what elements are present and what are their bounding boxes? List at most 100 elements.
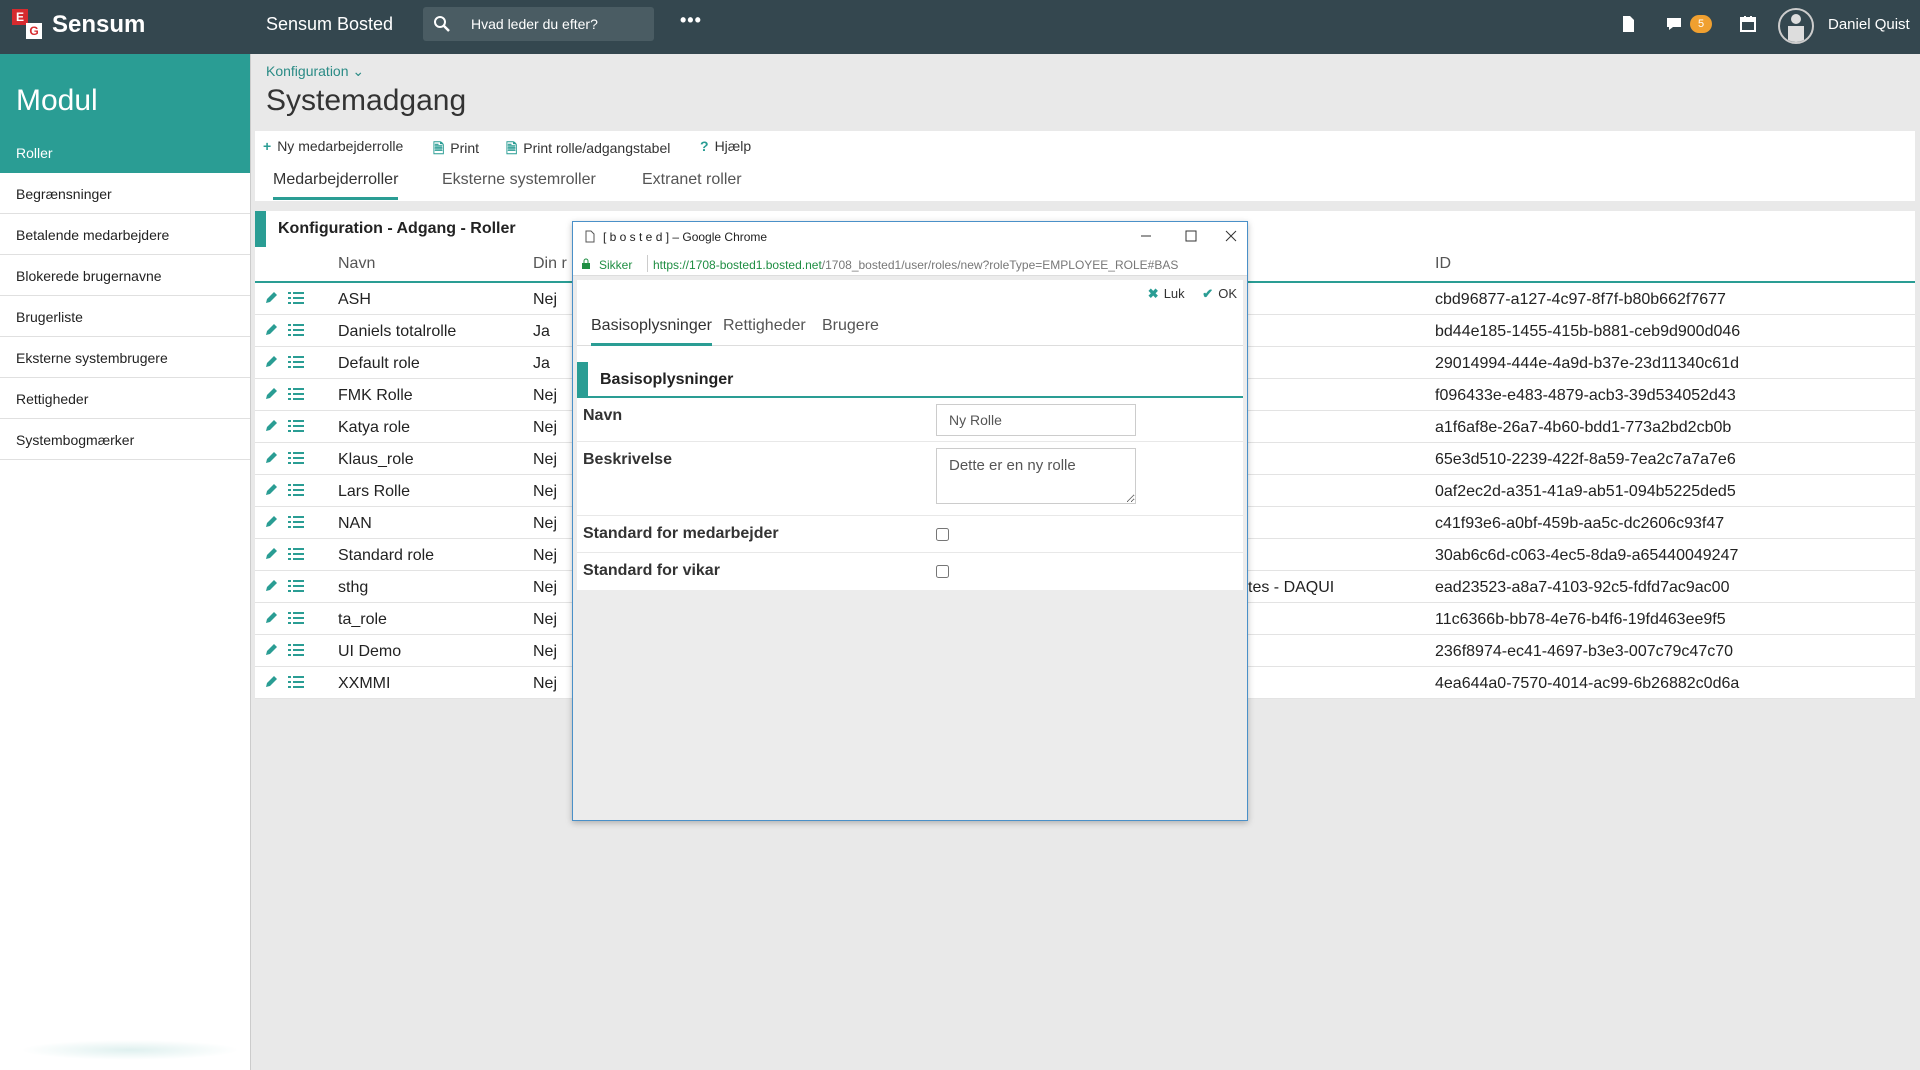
list-icon[interactable] [288,643,304,657]
cell-id: 30ab6c6d-c063-4ec5-8da9-a65440049247 [1435,547,1739,564]
pencil-icon[interactable] [263,546,279,562]
list-icon[interactable] [288,323,304,337]
tab-eksterne-systemroller[interactable]: Eksterne systemroller [442,171,596,197]
chevron-down-icon: ⌄ [352,63,365,79]
list-icon[interactable] [288,675,304,689]
pencil-icon[interactable] [263,514,279,530]
column-header-name[interactable]: Navn [338,255,375,273]
avatar[interactable] [1778,8,1814,44]
cell-name: ASH [338,291,371,308]
cell-default: Nej [533,419,558,436]
list-icon[interactable] [288,483,304,497]
list-icon[interactable] [288,611,304,625]
pencil-icon[interactable] [263,386,279,402]
column-header-default[interactable]: Din r [533,255,567,273]
description-textarea[interactable]: Dette er en ny rolle [936,448,1136,504]
pencil-icon[interactable] [263,290,279,306]
minimize-icon[interactable] [1136,226,1156,246]
tab-brugere[interactable]: Brugere [822,317,879,343]
sidebar-item-roller[interactable]: Roller [0,132,250,173]
field-row-standard-substitute: Standard for vikar [577,553,1243,590]
section-title: Basisoplysninger [577,362,1243,398]
cell-name: Klaus_role [338,451,414,468]
product-name[interactable]: Sensum Bosted [266,14,393,35]
close-button[interactable]: ✖ Luk [1148,286,1185,302]
cell-name: Katya role [338,419,411,436]
popup-window: [ b o s t e d ] – Google Chrome Sikker h… [572,221,1248,821]
print-label: Print [450,140,480,156]
sidebar-item-begraensninger[interactable]: Begrænsninger [0,173,250,214]
standard-employee-checkbox[interactable] [936,528,949,541]
cell-name: Standard role [338,547,435,564]
popup-content: ✖ Luk ✔ OK Basisoplysninger Rettigheder Br… [577,280,1243,590]
cell-name: FMK Rolle [338,387,413,404]
popup-tabs: Basisoplysninger Rettigheder Brugere [577,306,1243,346]
url-text[interactable]: https://1708-bosted1.bosted.net/1708_bos… [653,258,1178,272]
calendar-icon[interactable] [1738,14,1758,34]
cell-default: Nej [533,483,558,500]
cell-default: Nej [533,675,558,692]
pencil-icon[interactable] [263,674,279,690]
more-menu-button[interactable]: ••• [680,10,702,31]
pencil-icon[interactable] [263,418,279,434]
list-icon[interactable] [288,419,304,433]
cell-id: 0af2ec2d-a351-41a9-ab51-094b5225ded5 [1435,483,1736,500]
close-icon[interactable] [1221,226,1241,246]
pencil-icon[interactable] [263,482,279,498]
tab-medarbejderroller[interactable]: Medarbejderroller [273,171,399,200]
name-label: Navn [583,407,623,424]
search-icon [434,16,450,32]
breadcrumb-label[interactable]: Konfiguration [266,63,349,79]
list-icon[interactable] [288,547,304,561]
sidebar-item-systembogmaerker[interactable]: Systembogmærker [0,419,250,460]
maximize-icon[interactable] [1181,226,1201,246]
sidebar-item-betalende-medarbejdere[interactable]: Betalende medarbejdere [0,214,250,255]
sidebar: Modul Roller Begrænsninger Betalende med… [0,54,251,1070]
address-bar[interactable]: Sikker https://1708-bosted1.bosted.net/1… [573,252,1247,276]
standard-substitute-checkbox[interactable] [936,565,949,578]
print-table-label: Print rolle/adgangstabel [523,140,671,156]
list-icon[interactable] [288,451,304,465]
file-icon: 🗎 [506,140,518,156]
pencil-icon[interactable] [263,642,279,658]
list-icon[interactable] [288,291,304,305]
cell-id: ead23523-a8a7-4103-92c5-fdfd7ac9ac00 [1435,579,1730,596]
tab-extranet-roller[interactable]: Extranet roller [642,171,742,197]
name-input[interactable] [936,404,1136,436]
tab-rettigheder[interactable]: Rettigheder [723,317,806,343]
pencil-icon[interactable] [263,354,279,370]
pencil-icon[interactable] [263,450,279,466]
list-icon[interactable] [288,387,304,401]
tab-basisoplysninger[interactable]: Basisoplysninger [591,317,712,346]
document-icon[interactable] [1618,14,1638,34]
breadcrumb[interactable]: Konfiguration ⌄ [266,63,364,80]
new-role-label: Ny medarbejderrolle [277,138,404,154]
sidebar-item-rettigheder[interactable]: Rettigheder [0,378,250,419]
print-table-button[interactable]: 🗎 Print rolle/adgangstabel [506,138,670,162]
user-name[interactable]: Daniel Quist [1828,16,1910,33]
column-header-id[interactable]: ID [1435,255,1451,273]
cell-id: f096433e-e483-4879-acb3-39d534052d43 [1435,387,1736,404]
search-box[interactable] [423,7,654,41]
cell-name: Daniels totalrolle [338,323,457,340]
cell-default: Nej [533,611,558,628]
pencil-icon[interactable] [263,610,279,626]
sidebar-item-blokerede-brugernavne[interactable]: Blokerede brugernavne [0,255,250,296]
ok-label: OK [1218,286,1237,301]
pencil-icon[interactable] [263,578,279,594]
list-icon[interactable] [288,355,304,369]
pencil-icon[interactable] [263,322,279,338]
page-icon [585,230,595,243]
search-input[interactable] [471,15,646,33]
sidebar-item-brugerliste[interactable]: Brugerliste [0,296,250,337]
list-icon[interactable] [288,515,304,529]
list-icon[interactable] [288,579,304,593]
chat-icon[interactable] [1664,14,1684,34]
field-row-description: Beskrivelse Dette er en ny rolle [577,442,1243,516]
top-bar: EG Sensum Sensum Bosted ••• 5 Daniel Qui… [0,0,1920,54]
print-button[interactable]: 🗎 Print [433,138,479,162]
new-role-button[interactable]: + Ny medarbejderrolle [263,138,403,154]
sidebar-item-eksterne-systembrugere[interactable]: Eksterne systembrugere [0,337,250,378]
ok-button[interactable]: ✔ OK [1202,286,1237,302]
help-button[interactable]: ? Hjælp [700,138,751,154]
